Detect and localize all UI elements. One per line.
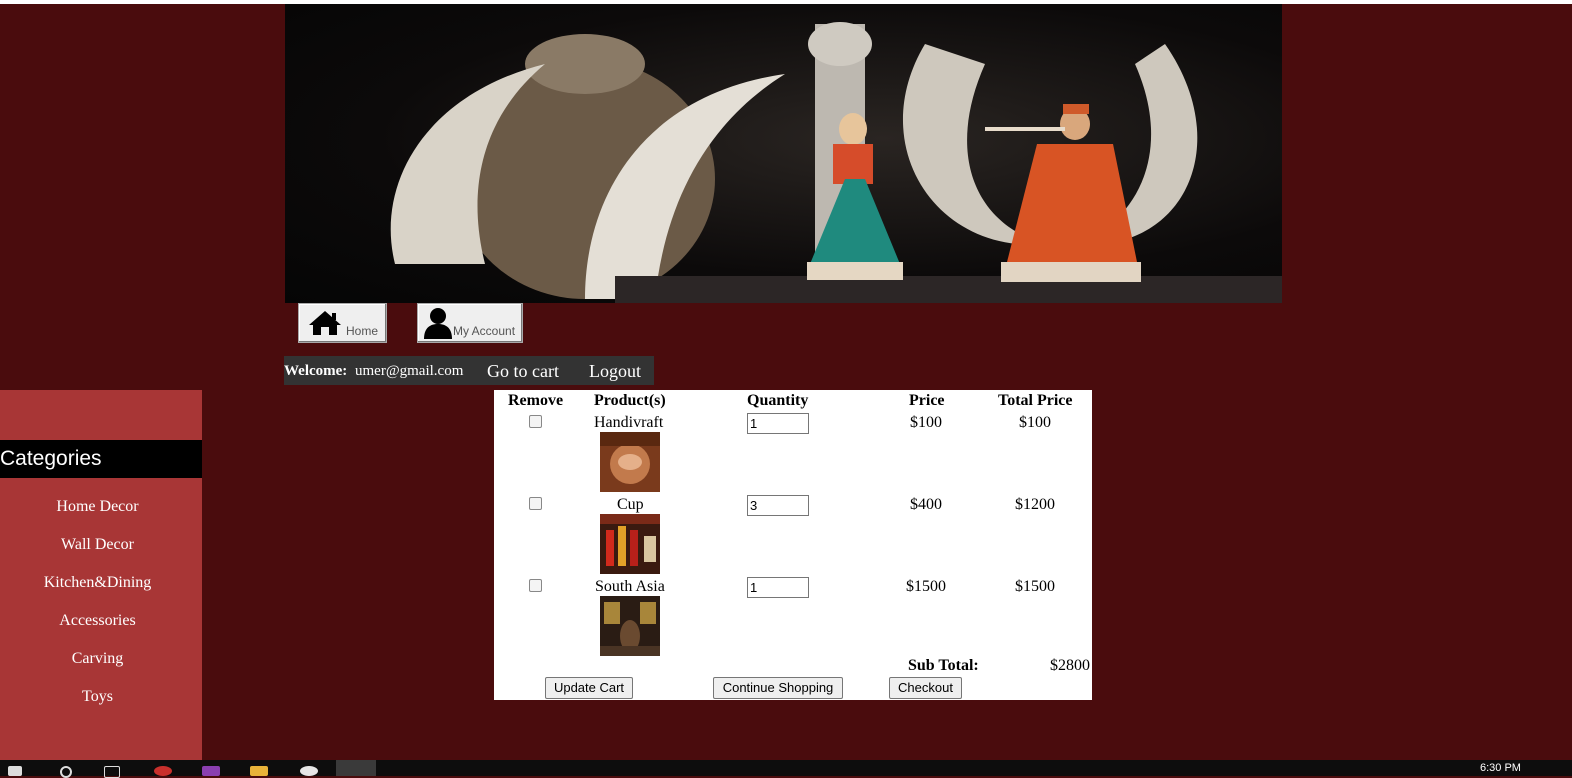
cart-table: Remove Product(s) Quantity Price Total P… <box>494 390 1092 700</box>
line-total: $100 <box>1019 414 1051 431</box>
product-name: South Asia <box>595 578 665 595</box>
taskbar-clock: 6:30 PM <box>1480 762 1521 774</box>
welcome-label: Welcome: <box>284 363 348 379</box>
categories-title: Categories <box>0 440 202 478</box>
quantity-input[interactable]: 1 <box>747 577 809 598</box>
category-kitchen-dining[interactable]: Kitchen&Dining <box>0 574 195 592</box>
folder-icon[interactable] <box>250 766 268 776</box>
update-cart-button[interactable]: Update Cart <box>545 677 633 699</box>
subtotal-label: Sub Total: <box>908 657 979 674</box>
user-icon <box>424 308 452 339</box>
category-home-decor[interactable]: Home Decor <box>0 498 195 516</box>
header-price: Price <box>909 392 945 409</box>
header-quantity: Quantity <box>747 392 809 409</box>
app-icon[interactable] <box>154 766 172 776</box>
categories-sidebar: Categories Home Decor Wall Decor Kitchen… <box>0 390 202 760</box>
home-button[interactable]: Home <box>298 303 387 343</box>
checkout-button[interactable]: Checkout <box>889 677 962 699</box>
go-to-cart-link[interactable]: Go to cart <box>487 361 559 382</box>
unit-price: $1500 <box>906 578 946 595</box>
line-total: $1200 <box>1015 496 1055 513</box>
task-view-icon[interactable] <box>104 766 120 778</box>
line-total: $1500 <box>1015 578 1055 595</box>
product-thumbnail[interactable] <box>600 432 660 492</box>
unit-price: $400 <box>910 496 942 513</box>
quantity-input[interactable]: 1 <box>747 413 809 434</box>
os-taskbar: 6:30 PM <box>0 760 1572 778</box>
remove-checkbox[interactable] <box>529 415 542 428</box>
unit-price: $100 <box>910 414 942 431</box>
header-products: Product(s) <box>594 392 666 409</box>
remove-checkbox[interactable] <box>529 579 542 592</box>
search-icon[interactable] <box>60 766 72 778</box>
header-remove: Remove <box>508 392 564 409</box>
app-icon[interactable] <box>202 766 220 776</box>
app-icon[interactable] <box>300 766 318 776</box>
product-name: Handivraft <box>594 414 664 431</box>
active-app-icon[interactable] <box>336 760 376 776</box>
continue-shopping-button[interactable]: Continue Shopping <box>713 677 843 699</box>
my-account-button[interactable]: My Account <box>417 303 523 343</box>
remove-checkbox[interactable] <box>529 497 542 510</box>
welcome-bar: Welcome: umer@gmail.com Go to cart Logou… <box>284 356 654 385</box>
quantity-input[interactable]: 3 <box>747 495 809 516</box>
home-button-label: Home <box>346 324 379 338</box>
product-name: Cup <box>617 496 644 513</box>
banner-image <box>285 4 1282 303</box>
category-carving[interactable]: Carving <box>0 650 195 668</box>
category-toys[interactable]: Toys <box>0 688 195 706</box>
header-total-price: Total Price <box>998 392 1073 409</box>
home-icon <box>309 311 341 335</box>
windows-start-icon[interactable] <box>8 766 22 776</box>
product-thumbnail[interactable] <box>600 596 660 656</box>
category-accessories[interactable]: Accessories <box>0 612 195 630</box>
product-thumbnail[interactable] <box>600 514 660 574</box>
my-account-button-label: My Account <box>453 324 516 338</box>
subtotal-value: $2800 <box>1050 657 1090 674</box>
user-email: umer@gmail.com <box>355 363 464 379</box>
logout-link[interactable]: Logout <box>589 361 641 382</box>
category-wall-decor[interactable]: Wall Decor <box>0 536 195 554</box>
